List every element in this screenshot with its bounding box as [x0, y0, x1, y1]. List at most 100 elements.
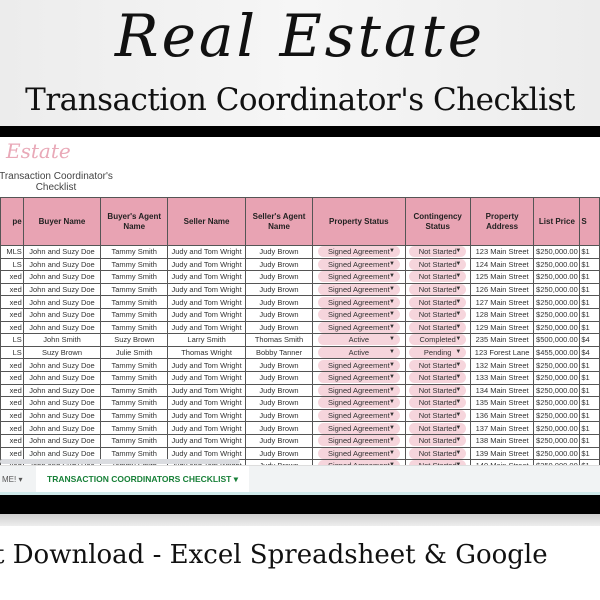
cell-type[interactable]: MLS [0, 245, 24, 259]
cell-contingency-status[interactable]: Not Started▼ [404, 270, 471, 284]
cell-buyer-agent[interactable]: Tammy Smith [100, 282, 169, 297]
cell-seller-agent[interactable]: Judy Brown [244, 421, 314, 435]
cell-property-address[interactable]: 135 Main Street [469, 396, 535, 410]
cell-next-col[interactable]: $4 [579, 333, 600, 347]
cell-buyer-agent[interactable]: Tammy Smith [100, 320, 169, 335]
cell-type[interactable]: LS [0, 257, 24, 272]
cell-next-col[interactable]: $1 [579, 295, 600, 309]
cell-type[interactable]: xed [0, 421, 24, 435]
contingency-status-dropdown[interactable]: Not Started▼ [409, 296, 467, 308]
contingency-status-dropdown[interactable]: Not Started▼ [409, 447, 467, 459]
cell-type[interactable]: xed [0, 295, 24, 309]
contingency-status-dropdown[interactable]: Not Started▼ [409, 397, 467, 409]
cell-buyer-name[interactable]: John and Suzy Doe [22, 245, 102, 259]
property-status-dropdown[interactable]: Signed Agreement▼ [317, 397, 400, 409]
cell-list-price[interactable]: $250,000.00 [533, 270, 581, 284]
cell-next-col[interactable]: $1 [579, 433, 600, 448]
cell-property-status[interactable]: Signed Agreement▼ [312, 421, 406, 435]
cell-seller-agent[interactable]: Judy Brown [244, 295, 314, 309]
cell-contingency-status[interactable]: Not Started▼ [404, 446, 471, 461]
property-status-dropdown[interactable]: Signed Agreement▼ [317, 322, 400, 333]
cell-next-col[interactable]: $1 [579, 245, 600, 259]
cell-buyer-agent[interactable]: Tammy Smith [100, 446, 169, 461]
cell-contingency-status[interactable]: Not Started▼ [404, 307, 471, 322]
cell-type[interactable]: xed [0, 370, 24, 385]
property-status-dropdown[interactable]: Active ▼ [317, 334, 400, 346]
cell-property-address[interactable]: 136 Main Street [469, 408, 535, 423]
cell-property-address[interactable]: 125 Main Street [469, 270, 535, 284]
cell-contingency-status[interactable]: Not Started▼ [404, 370, 471, 385]
property-status-dropdown[interactable]: Signed Agreement▼ [317, 246, 400, 258]
cell-contingency-status[interactable]: Completed ▼ [404, 333, 471, 347]
cell-property-address[interactable]: 124 Main Street [469, 257, 535, 272]
contingency-status-dropdown[interactable]: Not Started▼ [409, 284, 467, 295]
cell-seller-agent[interactable]: Bobby Tanner [244, 345, 314, 360]
contingency-status-dropdown[interactable]: Not Started▼ [409, 435, 467, 447]
cell-seller-name[interactable]: Judy and Tom Wright [167, 282, 246, 297]
contingency-status-dropdown[interactable]: Not Started▼ [409, 422, 467, 434]
cell-seller-name[interactable]: Judy and Tom Wright [167, 358, 246, 372]
cell-contingency-status[interactable]: Not Started▼ [404, 257, 471, 272]
cell-buyer-name[interactable]: John and Suzy Doe [22, 307, 102, 322]
cell-property-address[interactable]: 123 Main Street [469, 245, 535, 259]
contingency-status-dropdown[interactable]: Completed ▼ [409, 334, 467, 346]
property-status-dropdown[interactable]: Active ▼ [317, 347, 400, 358]
cell-property-address[interactable]: 138 Main Street [469, 433, 535, 448]
cell-seller-name[interactable]: Larry Smith [167, 333, 246, 347]
cell-contingency-status[interactable]: Pending ▼ [404, 345, 471, 360]
cell-seller-name[interactable]: Judy and Tom Wright [167, 396, 246, 410]
cell-seller-agent[interactable]: Judy Brown [244, 433, 314, 448]
cell-contingency-status[interactable]: Not Started▼ [404, 433, 471, 448]
contingency-status-dropdown[interactable]: Not Started▼ [409, 359, 467, 371]
property-status-dropdown[interactable]: Signed Agreement▼ [317, 359, 400, 371]
cell-buyer-agent[interactable]: Tammy Smith [100, 408, 169, 423]
cell-type[interactable]: xed [0, 408, 24, 423]
cell-property-status[interactable]: Signed Agreement▼ [312, 433, 406, 448]
property-status-dropdown[interactable]: Signed Agreement▼ [317, 447, 400, 459]
cell-seller-agent[interactable]: Judy Brown [244, 446, 314, 461]
cell-next-col[interactable]: $1 [579, 282, 600, 297]
cell-type[interactable]: xed [0, 396, 24, 410]
cell-property-status[interactable]: Active ▼ [312, 345, 406, 360]
contingency-status-dropdown[interactable]: Not Started▼ [409, 309, 467, 321]
cell-buyer-name[interactable]: John and Suzy Doe [22, 370, 102, 385]
cell-property-address[interactable]: 123 Forest Lane [469, 345, 535, 360]
cell-property-status[interactable]: Signed Agreement▼ [312, 408, 406, 423]
cell-seller-agent[interactable]: Judy Brown [244, 383, 314, 398]
cell-seller-agent[interactable]: Judy Brown [244, 320, 314, 335]
cell-buyer-name[interactable]: John and Suzy Doe [22, 282, 102, 297]
cell-type[interactable]: xed [0, 320, 24, 335]
cell-property-status[interactable]: Signed Agreement▼ [312, 358, 406, 372]
cell-list-price[interactable]: $250,000.00 [533, 370, 581, 385]
cell-list-price[interactable]: $250,000.00 [533, 307, 581, 322]
contingency-status-dropdown[interactable]: Not Started▼ [409, 385, 467, 396]
cell-property-address[interactable]: 129 Main Street [469, 320, 535, 335]
contingency-status-dropdown[interactable]: Not Started▼ [409, 246, 467, 258]
cell-buyer-name[interactable]: John and Suzy Doe [22, 270, 102, 284]
cell-buyer-name[interactable]: John and Suzy Doe [22, 408, 102, 423]
cell-next-col[interactable]: $1 [579, 320, 600, 335]
cell-property-address[interactable]: 126 Main Street [469, 282, 535, 297]
cell-buyer-agent[interactable]: Tammy Smith [100, 383, 169, 398]
cell-next-col[interactable]: $1 [579, 358, 600, 372]
cell-list-price[interactable]: $250,000.00 [533, 320, 581, 335]
cell-buyer-name[interactable]: John and Suzy Doe [22, 320, 102, 335]
cell-property-address[interactable]: 134 Main Street [469, 383, 535, 398]
cell-seller-name[interactable]: Judy and Tom Wright [167, 320, 246, 335]
cell-contingency-status[interactable]: Not Started▼ [404, 245, 471, 259]
cell-list-price[interactable]: $250,000.00 [533, 421, 581, 435]
cell-next-col[interactable]: $1 [579, 307, 600, 322]
cell-property-status[interactable]: Signed Agreement▼ [312, 282, 406, 297]
cell-seller-name[interactable]: Judy and Tom Wright [167, 257, 246, 272]
cell-buyer-agent[interactable]: Tammy Smith [100, 370, 169, 385]
cell-seller-name[interactable]: Thomas Wright [167, 345, 246, 360]
cell-list-price[interactable]: $250,000.00 [533, 295, 581, 309]
cell-property-status[interactable]: Signed Agreement▼ [312, 383, 406, 398]
cell-property-status[interactable]: Active ▼ [312, 333, 406, 347]
cell-property-address[interactable]: 235 Main Street [469, 333, 535, 347]
property-status-dropdown[interactable]: Signed Agreement▼ [317, 410, 400, 421]
cell-list-price[interactable]: $250,000.00 [533, 396, 581, 410]
cell-buyer-agent[interactable]: Julie Smith [100, 345, 169, 360]
cell-buyer-name[interactable]: John and Suzy Doe [22, 433, 102, 448]
sheet-tab-checklist[interactable]: TRANSACTION COORDINATORS CHECKLIST ▾ [36, 466, 249, 493]
